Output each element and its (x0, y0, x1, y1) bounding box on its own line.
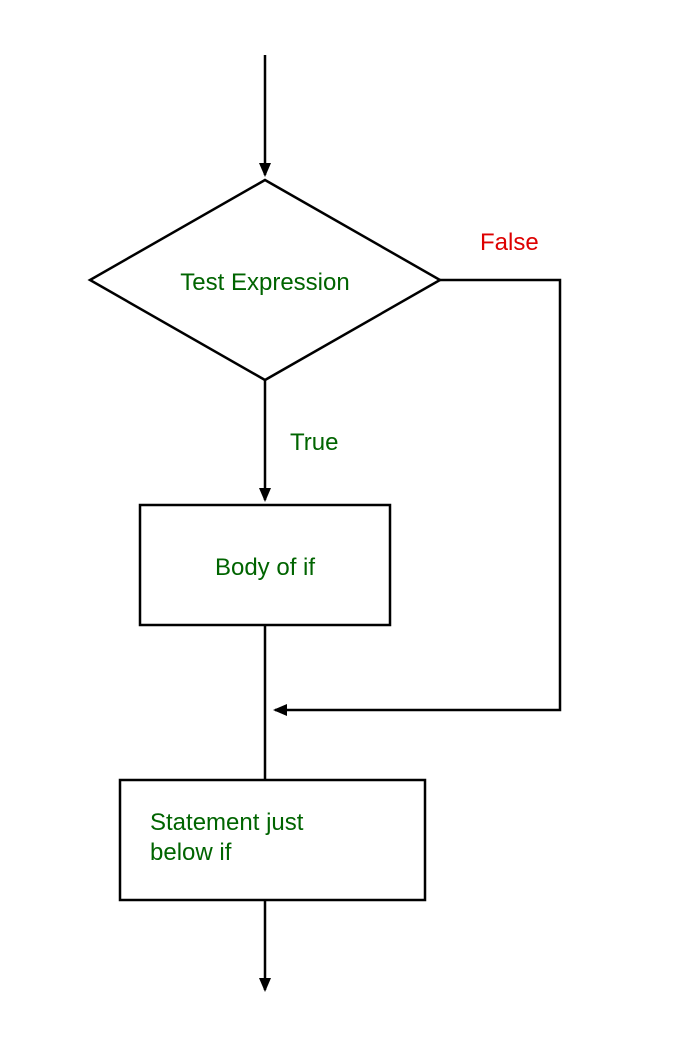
body-label: Body of if (215, 554, 315, 581)
statement-label-line1: Statement just (150, 809, 304, 836)
statement-label-line2: below if (150, 839, 232, 866)
decision-label: Test Expression (180, 269, 349, 296)
false-label: False (480, 229, 539, 256)
flow-line-false-branch (275, 280, 560, 710)
true-label: True (290, 429, 338, 456)
flowchart-svg: Test Expression False True Body of if St… (0, 0, 673, 1048)
